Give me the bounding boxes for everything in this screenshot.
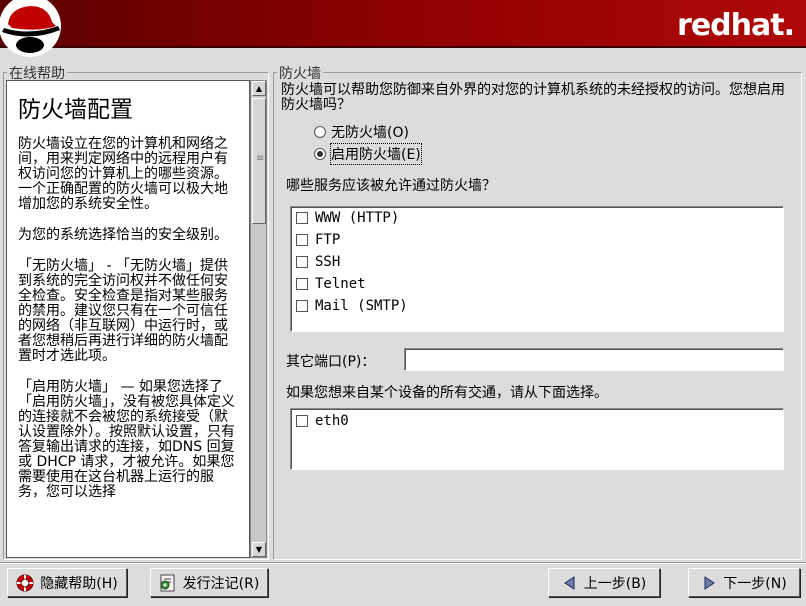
scroll-up-arrow-icon[interactable]: ▲ — [252, 81, 266, 96]
lifebuoy-icon — [16, 574, 34, 591]
redhat-shadowman-logo-icon — [0, 0, 61, 57]
service-label: Telnet — [315, 276, 366, 292]
radio-enable-firewall[interactable]: 启用防火墙(E) — [314, 143, 422, 165]
help-paragraph: 为您的系统选择恰当的安全级别。 — [18, 227, 228, 243]
service-label: Mail (SMTP) — [315, 298, 408, 314]
other-ports-label: 其它端口(P)： — [286, 354, 376, 370]
firewall-section-label: 防火墙 — [277, 63, 323, 83]
checkbox-icon[interactable] — [296, 278, 308, 290]
scrollbar-grip-icon: ≡ — [256, 153, 265, 164]
device-item-eth0[interactable]: eth0 — [291, 410, 783, 432]
service-label: FTP — [315, 232, 341, 248]
radio-circle-selected-icon[interactable] — [314, 148, 326, 160]
service-item-www[interactable]: WWW (HTTP) — [291, 207, 783, 229]
help-title: 防火墙配置 — [18, 97, 133, 123]
release-notes-button[interactable]: 发行注记(R) — [150, 568, 268, 597]
help-scrollbar[interactable]: ▲ ≡ ▼ — [250, 80, 267, 558]
service-item-ssh[interactable]: SSH — [291, 251, 783, 273]
service-item-mail[interactable]: Mail (SMTP) — [291, 295, 783, 317]
radio-label: 无防火墙(O) — [331, 125, 409, 141]
hide-help-button[interactable]: 隐藏帮助(H) — [7, 568, 127, 597]
service-label: SSH — [315, 254, 341, 270]
back-label: 上一步(B) — [583, 575, 647, 592]
help-pane[interactable]: 防火墙配置 防火墙设立在您的计算机和网络之间，用来判定网络中的远程用户有权访问您… — [6, 80, 250, 558]
release-notes-icon — [160, 574, 175, 591]
other-ports-input[interactable] — [404, 348, 784, 371]
scrollbar-thumb[interactable]: ≡ — [252, 98, 266, 224]
device-label: eth0 — [315, 413, 349, 429]
release-notes-label: 发行注记(R) — [182, 575, 260, 592]
help-paragraph: 防火墙设立在您的计算机和网络之间，用来判定网络中的远程用户有权访问您的计算机上的… — [18, 136, 228, 212]
redhat-brand-text: redhat. — [677, 8, 795, 43]
header-banner: redhat. — [0, 0, 806, 57]
hide-help-label: 隐藏帮助(H) — [40, 575, 118, 592]
services-list[interactable]: WWW (HTTP) FTP SSH Telnet Mail (SMTP) — [290, 206, 784, 332]
checkbox-icon[interactable] — [296, 256, 308, 268]
checkbox-icon[interactable] — [296, 212, 308, 224]
firewall-question: 防火墙可以帮助您防御来自外界的对您的计算机系统的未经授权的访问。您想启用防火墙吗… — [281, 82, 785, 113]
services-question: 哪些服务应该被允许通过防火墙？ — [286, 178, 496, 194]
next-label: 下一步(N) — [723, 575, 787, 592]
scroll-down-arrow-icon[interactable]: ▼ — [252, 542, 266, 557]
service-label: WWW (HTTP) — [315, 210, 400, 226]
devices-question: 如果您想来自某个设备的所有交通，请从下面选择。 — [286, 385, 608, 401]
next-arrow-icon — [704, 575, 716, 590]
service-item-ftp[interactable]: FTP — [291, 229, 783, 251]
back-arrow-icon — [563, 575, 575, 590]
service-item-telnet[interactable]: Telnet — [291, 273, 783, 295]
radio-circle-icon[interactable] — [314, 126, 326, 138]
bottom-separator — [0, 562, 806, 564]
devices-list[interactable]: eth0 — [290, 408, 784, 470]
help-paragraph: 「启用防火墙」 — 如果您选择了「启用防火墙」，没有被您具体定义的连接就不会被您… — [18, 379, 235, 500]
radio-label: 启用防火墙(E) — [330, 143, 422, 165]
back-button[interactable]: 上一步(B) — [548, 568, 660, 597]
checkbox-icon[interactable] — [296, 300, 308, 312]
checkbox-icon[interactable] — [296, 415, 308, 427]
help-paragraph: 「无防火墙」 - 「无防火墙」提供到系统的完全访问权并不做任何安全检查。安全检查… — [18, 258, 228, 364]
next-button[interactable]: 下一步(N) — [688, 568, 800, 597]
radio-no-firewall[interactable]: 无防火墙(O) — [314, 122, 409, 142]
checkbox-icon[interactable] — [296, 234, 308, 246]
